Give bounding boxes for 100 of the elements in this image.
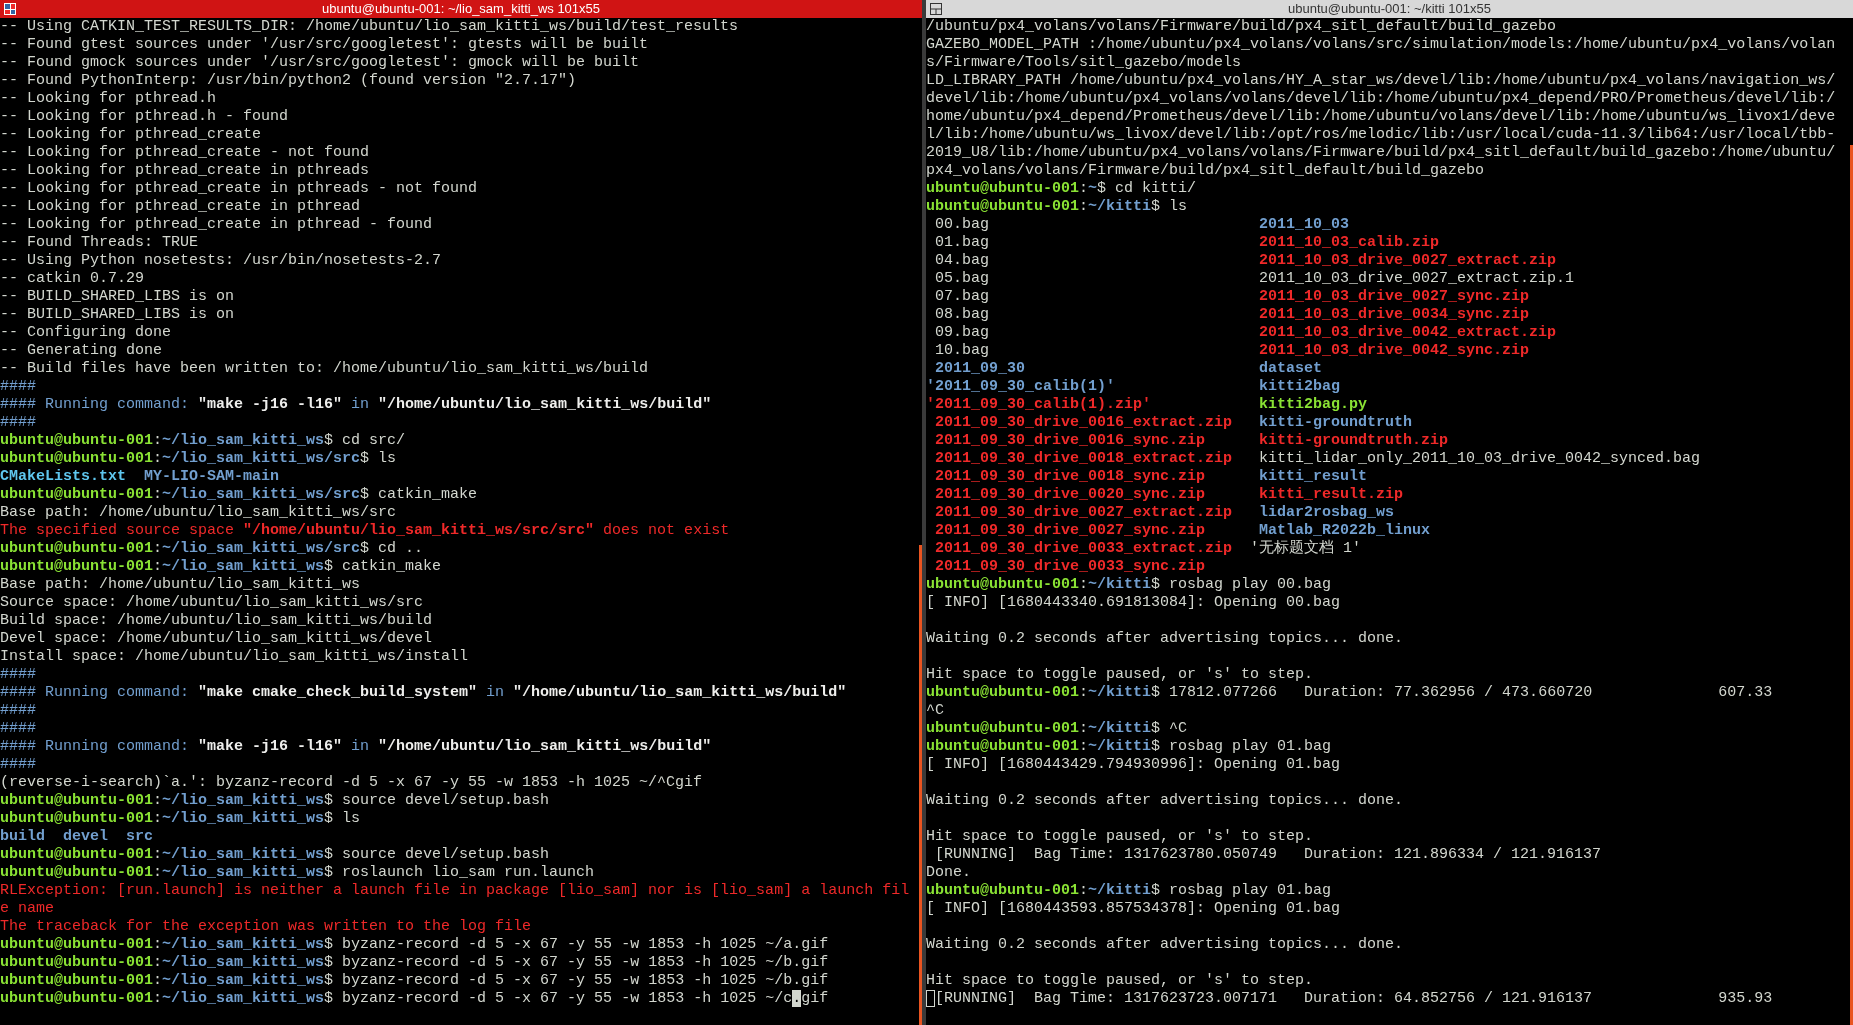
terminal-line: -- Found gmock sources under '/usr/src/googletest': gmock will be built — [0, 54, 640, 71]
prompt-line: ubuntu@ubuntu-001:~/kitti$ ls — [926, 198, 1188, 215]
terminal-line: #### — [0, 378, 36, 395]
terminal-line: #### Running command: "make -j16 -l16" in "/home/ubuntu/lio_sam_kitti_ws/build" — [0, 738, 712, 755]
terminal-line: -- Found PythonInterp: /usr/bin/python2 (found version "2.7.17") — [0, 72, 577, 89]
terminal-line: -- Looking for pthread.h - found — [0, 108, 289, 125]
terminal-line: Waiting 0.2 seconds after advertising topics... done. — [926, 792, 1404, 809]
grid-icon[interactable] — [3, 2, 17, 16]
terminal-line: home/ubuntu/px4_depend/Prometheus/devel/lib:/home/ubuntu/volans/devel/lib:/home/ubuntu/ws_livox1/deve — [926, 108, 1836, 125]
file-name: 2011_10_03_calib.zip — [1258, 234, 1440, 251]
prompt-line: ubuntu@ubuntu-001:~/lio_sam_kitti_ws$ cd src/ — [0, 432, 406, 449]
file-name: 2011_10_03_drive_0027_extract.zip — [1258, 252, 1557, 269]
file-name: 2011_09_30_drive_0016_extract.zip — [934, 414, 1233, 431]
terminal-line: Devel space: /home/ubuntu/lio_sam_kitti_ws/devel — [0, 630, 433, 647]
file-name: 07.bag — [934, 288, 989, 305]
prompt-line: ubuntu@ubuntu-001:~/lio_sam_kitti_ws$ byzanz-record -d 5 -x 67 -y 55 -w 1853 -h 1025 ~/b.gif — [0, 954, 829, 971]
prompt-line: ubuntu@ubuntu-001:~/lio_sam_kitti_ws$ ls — [0, 810, 361, 827]
terminal-line: [ INFO] [1680443340.691813084]: Opening 00.bag — [926, 594, 1341, 611]
terminal-line: /ubuntu/px4_volans/volans/Firmware/build/px4_sitl_default/build_gazebo — [926, 18, 1557, 35]
file-name: 01.bag — [934, 234, 989, 251]
terminal-line: Hit space to toggle paused, or 's' to step. — [926, 972, 1314, 989]
prompt-line: ubuntu@ubuntu-001:~/lio_sam_kitti_ws$ source devel/setup.bash — [0, 846, 550, 863]
prompt-line: ubuntu@ubuntu-001:~/lio_sam_kitti_ws$ roslaunch lio_sam run.launch — [0, 864, 595, 881]
terminal-line: -- Configuring done — [0, 324, 172, 341]
file-name: 2011_10_03_drive_0027_extract.zip.1 — [1258, 270, 1575, 287]
terminal-line: -- Using Python nosetests: /usr/bin/nosetests-2.7 — [0, 252, 442, 269]
prompt-line: ubuntu@ubuntu-001:~/lio_sam_kitti_ws$ catkin_make — [0, 558, 442, 575]
prompt-line: ubuntu@ubuntu-001:~/lio_sam_kitti_ws$ byzanz-record -d 5 -x 67 -y 55 -w 1853 -h 1025 ~/a.gif — [0, 936, 829, 953]
terminal-line: Base path: /home/ubuntu/lio_sam_kitti_ws — [0, 576, 361, 593]
file-name: 05.bag — [934, 270, 989, 287]
terminal-line: Waiting 0.2 seconds after advertising topics... done. — [926, 936, 1404, 953]
terminal-line: GAZEBO_MODEL_PATH :/home/ubuntu/px4_volans/volans/src/simulation/models:/home/ubuntu/px4_volans/volan — [926, 36, 1836, 53]
file-name: kitti_result.zip — [1258, 486, 1404, 503]
terminal-line: #### — [0, 756, 36, 773]
prompt-line: ubuntu@ubuntu-001:~$ cd kitti/ — [926, 180, 1197, 197]
terminal-line: Build space: /home/ubuntu/lio_sam_kitti_ws/build — [0, 612, 433, 629]
terminal-line: e name — [0, 900, 54, 917]
file-name: 2011_09_30_drive_0018_sync.zip — [934, 468, 1206, 485]
scrollbar-thumb[interactable] — [919, 545, 922, 1025]
terminal-line: [ INFO] [1680443429.794930996]: Opening 01.bag — [926, 756, 1341, 773]
terminal-line: px4_volans/volans/Firmware/build/px4_sitl_default/build_gazebo — [926, 162, 1485, 179]
terminal-line: #### — [0, 702, 36, 719]
terminal-line: -- Using CATKIN_TEST_RESULTS_DIR: /home/ubuntu/lio_sam_kitti_ws/build/test_results — [0, 18, 739, 35]
file-name: 2011_09_30_drive_0027_sync.zip — [934, 522, 1206, 539]
prompt-line: ubuntu@ubuntu-001:~/kitti$ rosbag play 01.bag — [926, 738, 1332, 755]
grid-icon[interactable] — [929, 2, 943, 16]
file-name: 08.bag — [934, 306, 989, 323]
terminal-line: -- Looking for pthread_create in pthread - found — [0, 216, 433, 233]
terminal-line: (reverse-i-search)`a.': byzanz-record -d 5 -x 67 -y 55 -w 1853 -h 1025 ~/^Cgif — [0, 774, 703, 791]
prompt-line: ubuntu@ubuntu-001:~/lio_sam_kitti_ws/src$ catkin_make — [0, 486, 478, 503]
file-name: 2011_10_03_drive_0042_sync.zip — [1258, 342, 1530, 359]
prompt-line: ubuntu@ubuntu-001:~/lio_sam_kitti_ws$ byzanz-record -d 5 -x 67 -y 55 -w 1853 -h 1025 ~/c.gif — [0, 990, 829, 1007]
terminal-line: Hit space to toggle paused, or 's' to step. — [926, 828, 1314, 845]
prompt-line: ubuntu@ubuntu-001:~/kitti$ 17812.077266 Duration: 77.362956 / 473.660720 607.33 — [926, 684, 1773, 701]
terminal-line: Source space: /home/ubuntu/lio_sam_kitti_ws/src — [0, 594, 424, 611]
prompt-line: ubuntu@ubuntu-001:~/kitti$ ^C — [926, 720, 1188, 737]
terminal-line: -- Looking for pthread_create in pthreads — [0, 162, 370, 179]
terminal-line: -- Looking for pthread_create in pthreads - not found — [0, 180, 478, 197]
terminal-line: -- Looking for pthread_create in pthread — [0, 198, 361, 215]
file-name: Matlab_R2022b_linux — [1258, 522, 1431, 539]
terminal-line: -- Found Threads: TRUE — [0, 234, 199, 251]
prompt-line: ubuntu@ubuntu-001:~/lio_sam_kitti_ws$ byzanz-record -d 5 -x 67 -y 55 -w 1853 -h 1025 ~/b.gif — [0, 972, 829, 989]
terminal-line: Install space: /home/ubuntu/lio_sam_kitti_ws/install — [0, 648, 469, 665]
terminal-line: -- BUILD_SHARED_LIBS is on — [0, 306, 235, 323]
file-name: 2011_09_30_drive_0018_extract.zip — [934, 450, 1233, 467]
file-name: kitti2bag.py — [1258, 396, 1368, 413]
file-name: 2011_10_03_drive_0034_sync.zip — [1258, 306, 1530, 323]
terminal-line: devel/lib:/home/ubuntu/px4_volans/volans/devel/lib:/home/ubuntu/px4_depend/PRO/Prometheus/devel/lib:/ — [926, 90, 1836, 107]
file-name: 2011_09_30_drive_0020_sync.zip — [934, 486, 1206, 503]
prompt-line: ubuntu@ubuntu-001:~/kitti$ rosbag play 01.bag — [926, 882, 1332, 899]
file-name: kitti-groundtruth.zip — [1258, 432, 1449, 449]
file-name: dataset — [1258, 360, 1323, 377]
window-title: ubuntu@ubuntu-001: ~/lio_sam_kitti_ws 101x55 — [321, 0, 601, 18]
terminal-line: LD_LIBRARY_PATH /home/ubuntu/px4_volans/HY_A_star_ws/devel/lib:/home/ubuntu/px4_volans/navigation_ws/ — [926, 72, 1836, 89]
terminal-line: The traceback for the exception was written to the log file — [0, 918, 532, 935]
terminal-line: #### — [0, 720, 36, 737]
terminal-line: 2019_U8/lib:/home/ubuntu/px4_volans/volans/Firmware/build/px4_sitl_default/build_gazebo:/home/ubuntu/ — [926, 144, 1836, 161]
terminal-line: [ INFO] [1680443593.857534378]: Opening 01.bag — [926, 900, 1341, 917]
terminal-line: Base path: /home/ubuntu/lio_sam_kitti_ws/src — [0, 504, 397, 521]
terminal-line: -- Found gtest sources under '/usr/src/googletest': gtests will be built — [0, 36, 649, 53]
prompt-line: ubuntu@ubuntu-001:~/lio_sam_kitti_ws/src$ ls — [0, 450, 397, 467]
window-title: ubuntu@ubuntu-001: ~/kitti 101x55 — [1288, 0, 1491, 18]
scrollbar-thumb[interactable] — [1850, 145, 1853, 1025]
terminal-line: -- catkin 0.7.29 — [0, 270, 145, 287]
file-name: 09.bag — [934, 324, 989, 341]
file-name: 2011_10_03_drive_0027_sync.zip — [1258, 288, 1530, 305]
terminal-line: -- Looking for pthread_create — [0, 126, 262, 143]
prompt-line: ubuntu@ubuntu-001:~/kitti$ rosbag play 00.bag — [926, 576, 1332, 593]
terminal-line: #### Running command: "make -j16 -l16" in "/home/ubuntu/lio_sam_kitti_ws/build" — [0, 396, 712, 413]
file-name: 2011_10_03 — [1258, 216, 1350, 233]
terminal-line: #### Running command: "make cmake_check_build_system" in "/home/ubuntu/lio_sam_kitti_ws/build" — [0, 684, 847, 701]
file-name: 00.bag — [934, 216, 989, 233]
terminal-line: RLException: [run.launch] is neither a launch file in package [lio_sam] nor is [lio_sam] a launch fil — [0, 882, 910, 899]
terminal-line: Done. — [926, 864, 971, 881]
terminal-line: -- Looking for pthread.h — [0, 90, 217, 107]
terminal-line: CMakeLists.txt MY-LIO-SAM-main — [0, 468, 280, 485]
terminal-line: [RUNNING] Bag Time: 1317623780.050749 Duration: 121.896334 / 121.916137 — [934, 846, 1602, 863]
file-name: 10.bag — [934, 342, 989, 359]
terminal-line: Waiting 0.2 seconds after advertising topics... done. — [926, 630, 1404, 647]
file-name: '2011_09_30_calib(1).zip' — [926, 396, 1152, 413]
